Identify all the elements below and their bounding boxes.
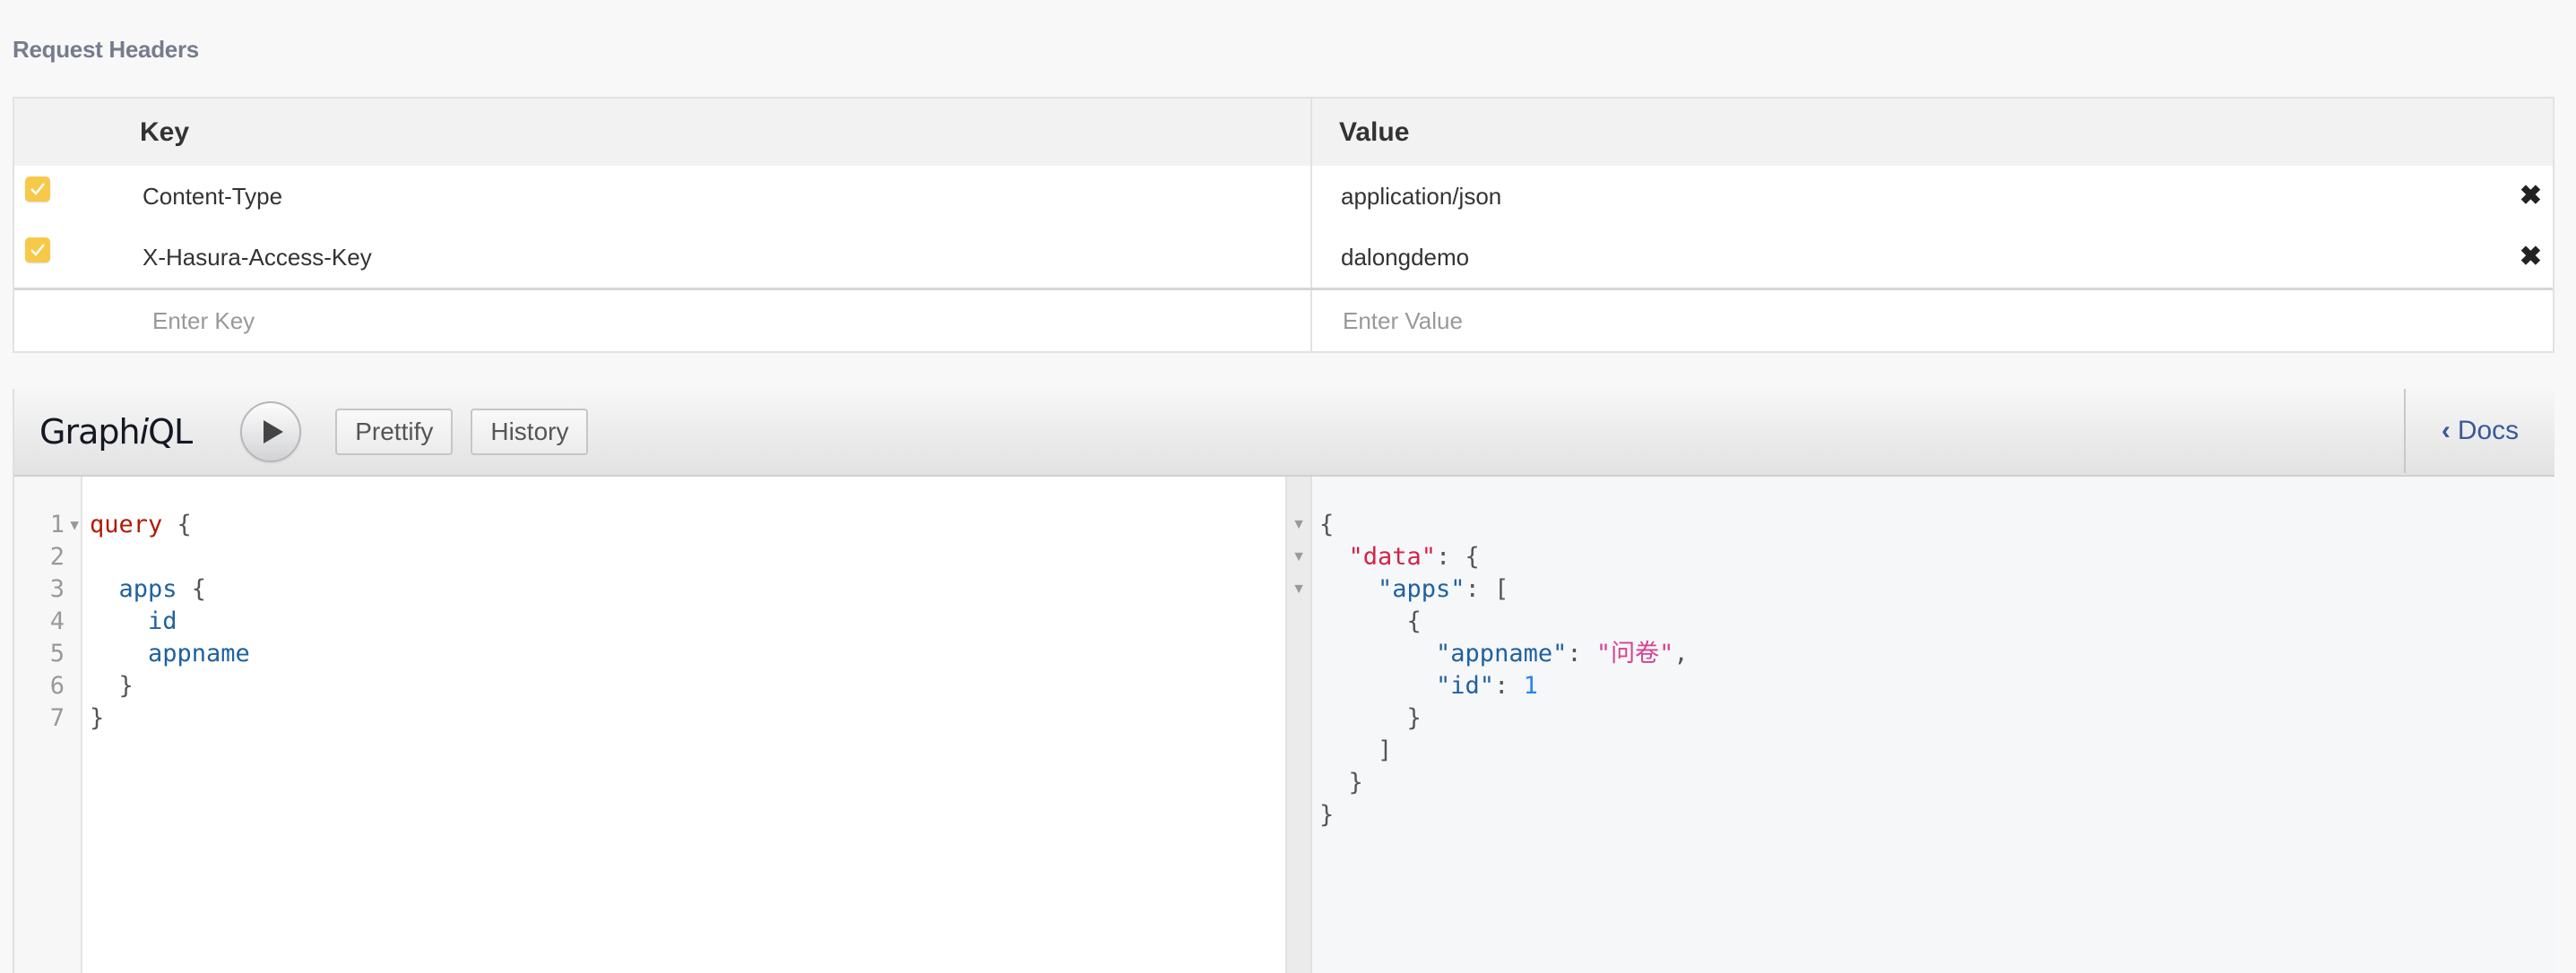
code-token: } <box>1319 769 1363 796</box>
code-token: } <box>1319 704 1422 732</box>
code-line: "data": { <box>1319 541 1689 573</box>
header-key-field[interactable]: X-Hasura-Access-Key <box>140 227 1310 288</box>
execute-query-button[interactable] <box>240 401 302 462</box>
header-check-column <box>14 99 140 166</box>
code-token: query <box>90 511 163 538</box>
code-token: } <box>90 704 105 732</box>
code-token: apps <box>90 575 177 603</box>
prettify-button[interactable]: Prettify <box>335 409 454 455</box>
line-number: 2 <box>49 543 65 571</box>
graphiql-panel: GraphiQL Prettify History ‹ Docs 1 ▼ 2 3 4 5 6… <box>13 389 2554 973</box>
docs-label: Docs <box>2457 416 2520 445</box>
code-line: "apps": [ <box>1319 573 1689 606</box>
code-line: id <box>90 606 250 638</box>
line-number: 3 <box>49 575 65 603</box>
line-number: 6 <box>49 672 65 700</box>
play-icon <box>263 420 283 443</box>
fold-arrow-icon[interactable]: ▼ <box>1287 509 1310 541</box>
graphiql-toolbar: GraphiQL Prettify History ‹ Docs <box>14 389 2554 477</box>
header-value-field[interactable]: dalongdemo <box>1310 227 2553 288</box>
line-number-gutter: 1 ▼ 2 3 4 5 6 7 <box>14 477 82 973</box>
code-line: { <box>1319 509 1689 541</box>
code-token: ] <box>1319 736 1393 764</box>
code-token: "apps" <box>1319 575 1465 603</box>
code-token: { <box>1319 511 1335 538</box>
line-number: 7 <box>49 704 65 732</box>
code-token: { <box>162 511 192 538</box>
code-token: { <box>1319 607 1422 635</box>
code-token: { <box>177 575 207 603</box>
fold-arrow-icon[interactable]: ▼ <box>1287 541 1310 573</box>
code-token: id <box>90 607 177 635</box>
line-number: 5 <box>49 640 65 667</box>
fold-arrow-icon[interactable]: ▼ <box>1287 573 1310 606</box>
code-token: appname <box>90 640 250 667</box>
code-token: 1 <box>1523 672 1538 700</box>
headers-table-header: Key Value <box>14 99 2553 166</box>
line-number: 4 <box>49 607 65 635</box>
code-line: "appname": "问卷", <box>1319 638 1689 670</box>
docs-button[interactable]: ‹ Docs <box>2404 389 2554 473</box>
query-code[interactable]: query { apps { id appname }} <box>82 477 250 973</box>
remove-header-icon[interactable]: ✖ <box>2520 183 2542 210</box>
value-column-header: Value <box>1310 99 2553 166</box>
code-token: , <box>1673 640 1689 667</box>
code-token: "data" <box>1319 543 1437 571</box>
result-code: { "data": { "apps": [ { "appname": "问卷",… <box>1312 477 1689 973</box>
code-token: "id" <box>1319 672 1495 700</box>
code-token: : <box>1494 672 1524 700</box>
chevron-left-icon: ‹ <box>2441 416 2451 445</box>
header-key-field[interactable]: Content-Type <box>140 166 1310 227</box>
graphiql-logo: GraphiQL <box>39 412 193 452</box>
result-viewer: ▼ ▼ ▼ { "data": { "apps": [ { "appname": "… <box>1287 477 2554 973</box>
code-line: } <box>90 702 250 735</box>
header-value-field[interactable]: application/json <box>1310 166 2553 227</box>
code-line: "id": 1 <box>1319 670 1689 702</box>
code-token: } <box>90 672 134 700</box>
history-button[interactable]: History <box>471 409 589 455</box>
fold-gutter: ▼ ▼ ▼ <box>1287 477 1312 973</box>
header-row: X-Hasura-Access-Key dalongdemo ✖ <box>14 227 2553 288</box>
code-line: } <box>1319 799 1689 831</box>
code-line: ] <box>1319 735 1689 767</box>
code-line: } <box>1319 702 1689 735</box>
header-row: Content-Type application/json ✖ <box>14 166 2553 227</box>
code-token: : [ <box>1465 575 1509 603</box>
code-token: : <box>1567 640 1596 667</box>
code-token: : { <box>1436 543 1480 571</box>
code-token: "问卷" <box>1595 640 1674 667</box>
code-line: { <box>1319 606 1689 638</box>
code-token: "appname" <box>1319 640 1568 667</box>
query-editor[interactable]: 1 ▼ 2 3 4 5 6 7 query { apps { id appname }} <box>14 477 1287 973</box>
code-line: } <box>1319 767 1689 799</box>
code-line: apps { <box>90 573 250 606</box>
header-enabled-checkbox[interactable] <box>25 237 50 263</box>
new-header-row <box>14 288 2553 351</box>
key-column-header: Key <box>140 116 190 147</box>
request-headers-title: Request Headers <box>13 36 199 63</box>
code-line: query { <box>90 509 250 541</box>
line-number: 1 ▼ <box>14 509 81 541</box>
checkmark-icon <box>30 183 45 195</box>
remove-header-icon[interactable]: ✖ <box>2520 244 2542 271</box>
code-line: appname <box>90 638 250 670</box>
checkmark-icon <box>30 244 45 256</box>
new-header-key-input[interactable] <box>151 306 1198 336</box>
new-header-value-input[interactable] <box>1341 306 2435 336</box>
header-enabled-checkbox[interactable] <box>25 177 50 202</box>
fold-arrow-icon[interactable]: ▼ <box>70 509 79 541</box>
code-token: } <box>1319 801 1335 829</box>
request-headers-table: Key Value Content-Type application/json … <box>13 97 2554 353</box>
code-line: } <box>90 670 250 702</box>
